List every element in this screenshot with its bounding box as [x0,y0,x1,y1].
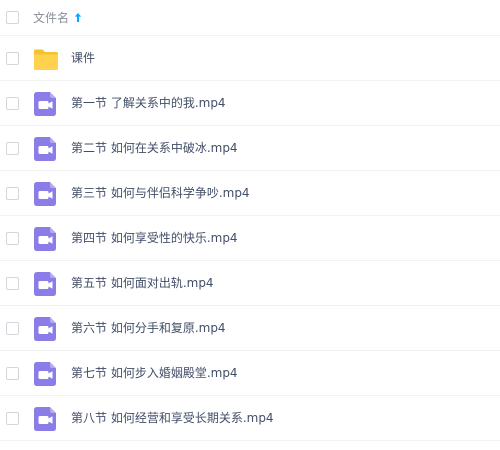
sort-ascending-icon[interactable] [74,12,82,23]
row-checkbox[interactable] [6,97,19,110]
folder-row[interactable]: 课件 [0,36,500,81]
file-row[interactable]: 第五节 如何面对出轨.mp4 [0,261,500,306]
file-row[interactable]: 第三节 如何与伴侣科学争吵.mp4 [0,171,500,216]
file-row[interactable]: 第二节 如何在关系中破冰.mp4 [0,126,500,171]
file-name-link[interactable]: 课件 [71,50,95,66]
video-file-icon[interactable] [33,406,59,432]
row-checkbox[interactable] [6,142,19,155]
video-file-icon[interactable] [33,271,59,297]
file-name-link[interactable]: 第五节 如何面对出轨.mp4 [71,275,214,291]
file-row[interactable]: 第八节 如何经营和享受长期关系.mp4 [0,396,500,441]
row-checkbox[interactable] [6,52,19,65]
file-name-link[interactable]: 第六节 如何分手和复原.mp4 [71,320,226,336]
video-file-icon[interactable] [33,136,59,162]
filename-column-header[interactable]: 文件名 [33,10,69,26]
select-all-checkbox[interactable] [6,11,19,24]
file-name-link[interactable]: 第二节 如何在关系中破冰.mp4 [71,140,238,156]
video-file-icon[interactable] [33,226,59,252]
file-row[interactable]: 第四节 如何享受性的快乐.mp4 [0,216,500,261]
file-list: 文件名 课件第一节 了解关系中的我.mp4 第二节 如何在关系中破冰.mp4 第三节… [0,0,500,450]
video-file-icon[interactable] [33,361,59,387]
folder-icon[interactable] [33,46,59,72]
file-name-link[interactable]: 第三节 如何与伴侣科学争吵.mp4 [71,185,250,201]
file-row[interactable]: 第一节 了解关系中的我.mp4 [0,81,500,126]
video-file-icon[interactable] [33,181,59,207]
row-checkbox[interactable] [6,277,19,290]
file-name-link[interactable]: 第一节 了解关系中的我.mp4 [71,95,226,111]
file-name-link[interactable]: 第八节 如何经营和享受长期关系.mp4 [71,410,274,426]
video-file-icon[interactable] [33,91,59,117]
file-list-header: 文件名 [0,0,500,36]
video-file-icon[interactable] [33,316,59,342]
file-name-link[interactable]: 第七节 如何步入婚姻殿堂.mp4 [71,365,238,381]
row-checkbox[interactable] [6,412,19,425]
row-checkbox[interactable] [6,367,19,380]
row-checkbox[interactable] [6,232,19,245]
row-checkbox[interactable] [6,322,19,335]
file-row[interactable]: 第七节 如何步入婚姻殿堂.mp4 [0,351,500,396]
row-checkbox[interactable] [6,187,19,200]
file-name-link[interactable]: 第四节 如何享受性的快乐.mp4 [71,230,238,246]
file-row[interactable]: 第六节 如何分手和复原.mp4 [0,306,500,351]
